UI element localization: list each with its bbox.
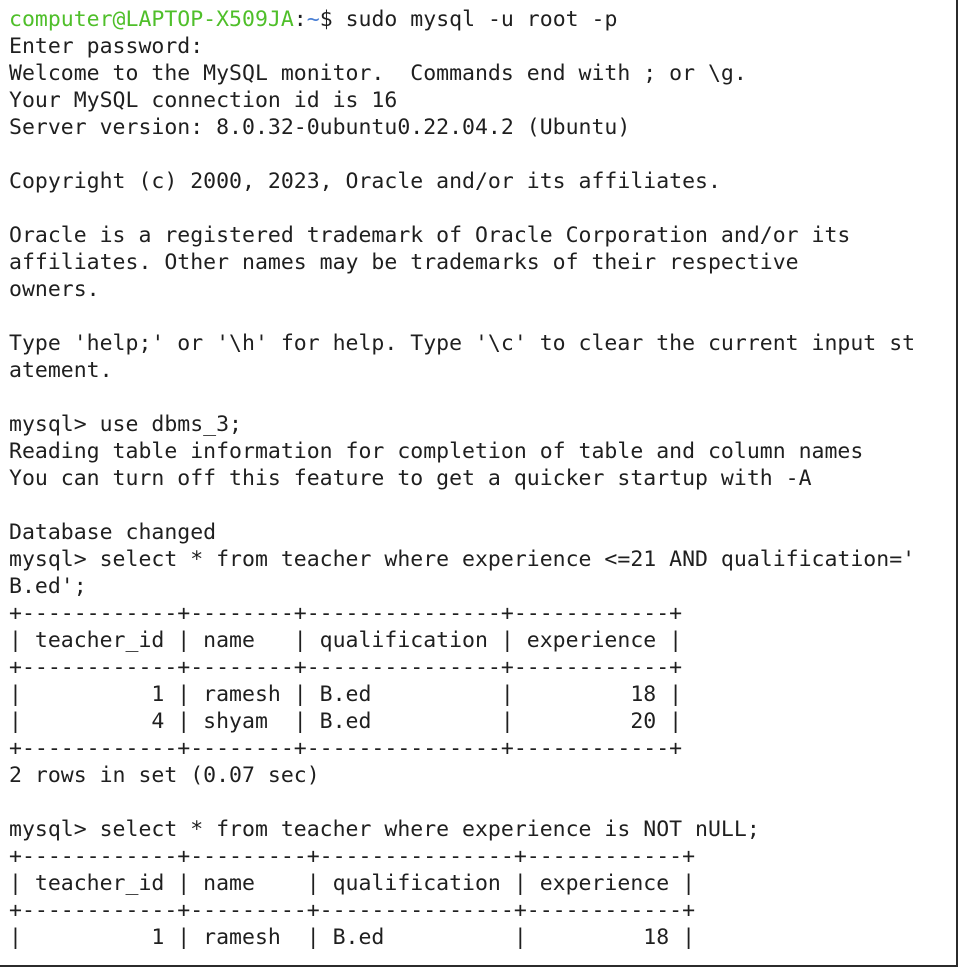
terminal-line: | 1 | ramesh | B.ed | 18 | [9, 682, 683, 707]
prompt-line: computer@LAPTOP-X509JA:~$ sudo mysql -u … [9, 6, 956, 33]
prompt-path: ~ [306, 7, 320, 32]
prompt-separator: : [293, 7, 307, 32]
prompt-command: sudo mysql -u root -p [332, 7, 618, 32]
terminal-line: owners. [9, 277, 100, 302]
terminal-line: Enter password: [9, 34, 204, 59]
terminal-line: | teacher_id | name | qualification | ex… [9, 628, 683, 653]
terminal-line: Oracle is a registered trademark of Orac… [9, 223, 851, 248]
terminal-line: +------------+--------+---------------+-… [9, 601, 683, 626]
terminal-line: +------------+--------+---------------+-… [9, 655, 683, 680]
terminal-line: B.ed'; [9, 574, 87, 599]
terminal-line: | 1 | ramesh | B.ed | 18 | [9, 925, 696, 950]
terminal-line: mysql> select * from teacher where exper… [9, 547, 916, 572]
terminal-output: Enter password: Welcome to the MySQL moni… [9, 33, 956, 951]
prompt-symbol: $ [319, 7, 333, 32]
terminal-line: Copyright (c) 2000, 2023, Oracle and/or … [9, 169, 721, 194]
terminal-line: +------------+---------+---------------+… [9, 844, 696, 869]
terminal-line: You can turn off this feature to get a q… [9, 466, 812, 491]
terminal-line: 2 rows in set (0.07 sec) [9, 763, 320, 788]
terminal-line: affiliates. Other names may be trademark… [9, 250, 799, 275]
terminal-line: Server version: 8.0.32-0ubuntu0.22.04.2 … [9, 115, 631, 140]
terminal-line: mysql> select * from teacher where exper… [9, 817, 760, 842]
terminal-line: | teacher_id | name | qualification | ex… [9, 871, 696, 896]
prompt-user-host: computer@LAPTOP-X509JA [9, 7, 294, 32]
terminal-window[interactable]: computer@LAPTOP-X509JA:~$ sudo mysql -u … [0, 0, 958, 967]
terminal-line: +------------+---------+---------------+… [9, 898, 696, 923]
terminal-line: Database changed [9, 520, 217, 545]
terminal-line: Your MySQL connection id is 16 [9, 88, 398, 113]
terminal-line: Type 'help;' or '\h' for help. Type '\c'… [9, 331, 916, 356]
terminal-line: mysql> use dbms_3; [9, 412, 242, 437]
terminal-line: +------------+--------+---------------+-… [9, 736, 683, 761]
terminal-line: | 4 | shyam | B.ed | 20 | [9, 709, 683, 734]
terminal-line: atement. [9, 358, 113, 383]
terminal-line: Welcome to the MySQL monitor. Commands e… [9, 61, 747, 86]
terminal-line: Reading table information for completion… [9, 439, 864, 464]
